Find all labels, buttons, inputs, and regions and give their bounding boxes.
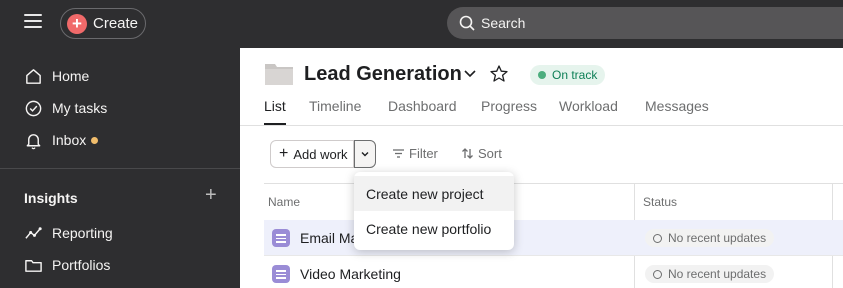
star-icon[interactable] bbox=[489, 64, 509, 84]
plus-icon: + bbox=[279, 145, 289, 162]
status-badge[interactable]: No recent updates bbox=[645, 229, 775, 247]
add-work-dropdown-button[interactable] bbox=[354, 140, 376, 168]
create-label: Create bbox=[93, 15, 139, 32]
tab-list[interactable]: List bbox=[264, 98, 286, 114]
sidebar-item-label: Reporting bbox=[52, 225, 113, 241]
sidebar-item-label: My tasks bbox=[52, 100, 108, 116]
home-icon bbox=[26, 68, 41, 84]
sidebar-item-reporting[interactable]: Reporting bbox=[24, 220, 113, 246]
tab-dashboard[interactable]: Dashboard bbox=[388, 98, 457, 114]
status-ring-icon bbox=[653, 233, 662, 243]
menu-item-create-new-project[interactable]: Create new project bbox=[354, 176, 514, 211]
folder-icon bbox=[25, 259, 42, 272]
sidebar-item-label: Inbox bbox=[52, 132, 87, 148]
bell-icon bbox=[26, 133, 41, 149]
header-divider bbox=[240, 125, 843, 126]
status-ring-icon bbox=[653, 269, 662, 279]
sidebar-divider bbox=[0, 168, 240, 169]
sidebar-item-label: Home bbox=[52, 68, 90, 84]
add-work-button[interactable]: + Add work bbox=[270, 140, 354, 168]
tab-timeline[interactable]: Timeline bbox=[309, 98, 361, 114]
status-badge[interactable]: No recent updates bbox=[645, 265, 775, 283]
unread-dot bbox=[91, 136, 99, 144]
plus-icon: + bbox=[67, 13, 87, 34]
status-dot bbox=[538, 71, 546, 79]
add-work-label: Add work bbox=[293, 146, 348, 162]
menu-item-create-new-portfolio[interactable]: Create new portfolio bbox=[354, 211, 514, 246]
filter-button[interactable]: Filter bbox=[392, 146, 438, 161]
filter-icon bbox=[393, 149, 404, 158]
sort-button[interactable]: Sort bbox=[461, 146, 502, 161]
sidebar-item-portfolios[interactable]: Portfolios bbox=[24, 252, 110, 278]
status-label: On track bbox=[552, 68, 598, 82]
sidebar-item-inbox[interactable]: Inbox bbox=[24, 127, 99, 153]
sort-icon bbox=[462, 148, 473, 159]
search-placeholder: Search bbox=[481, 15, 526, 31]
tab-messages[interactable]: Messages bbox=[645, 98, 709, 114]
sidebar-item-label: Portfolios bbox=[52, 257, 111, 273]
search-icon bbox=[459, 15, 475, 31]
search-input[interactable]: Search bbox=[447, 7, 843, 39]
project-list-icon bbox=[272, 229, 290, 247]
table-row[interactable]: Email Ma No recent updates bbox=[264, 220, 843, 256]
status-label: No recent updates bbox=[668, 267, 767, 281]
menu-icon[interactable] bbox=[24, 14, 42, 32]
tab-progress[interactable]: Progress bbox=[481, 98, 537, 114]
filter-label: Filter bbox=[409, 146, 438, 161]
sidebar: Home My tasks Inbox Insights + Reporting… bbox=[0, 48, 240, 288]
tab-workload[interactable]: Workload bbox=[559, 98, 618, 114]
sidebar-item-my-tasks[interactable]: My tasks bbox=[24, 95, 107, 121]
add-work-dropdown-menu: Create new project Create new portfolio bbox=[354, 172, 514, 250]
create-button[interactable]: + Create bbox=[60, 8, 146, 39]
row-name[interactable]: Video Marketing bbox=[300, 266, 401, 282]
check-circle-icon bbox=[25, 100, 42, 116]
line-chart-icon bbox=[25, 226, 42, 239]
sidebar-item-home[interactable]: Home bbox=[24, 63, 89, 89]
top-bar: + Create Search bbox=[0, 0, 843, 48]
sort-label: Sort bbox=[478, 146, 502, 161]
column-header-name[interactable]: Name bbox=[268, 195, 300, 209]
chevron-down-icon[interactable] bbox=[462, 66, 478, 82]
project-list-icon bbox=[272, 265, 290, 283]
table-row[interactable]: Video Marketing No recent updates bbox=[264, 256, 843, 288]
column-header-status[interactable]: Status bbox=[643, 195, 677, 209]
status-label: No recent updates bbox=[668, 231, 767, 245]
page-title: Lead Generation bbox=[304, 63, 462, 85]
status-badge[interactable]: On track bbox=[530, 65, 606, 85]
project-folder-icon bbox=[265, 64, 293, 85]
table-header-divider bbox=[264, 183, 843, 184]
insights-heading: Insights bbox=[24, 190, 78, 206]
chevron-down-icon bbox=[361, 152, 369, 157]
row-name[interactable]: Email Ma bbox=[300, 230, 358, 246]
insights-add-button[interactable]: + bbox=[205, 184, 217, 207]
